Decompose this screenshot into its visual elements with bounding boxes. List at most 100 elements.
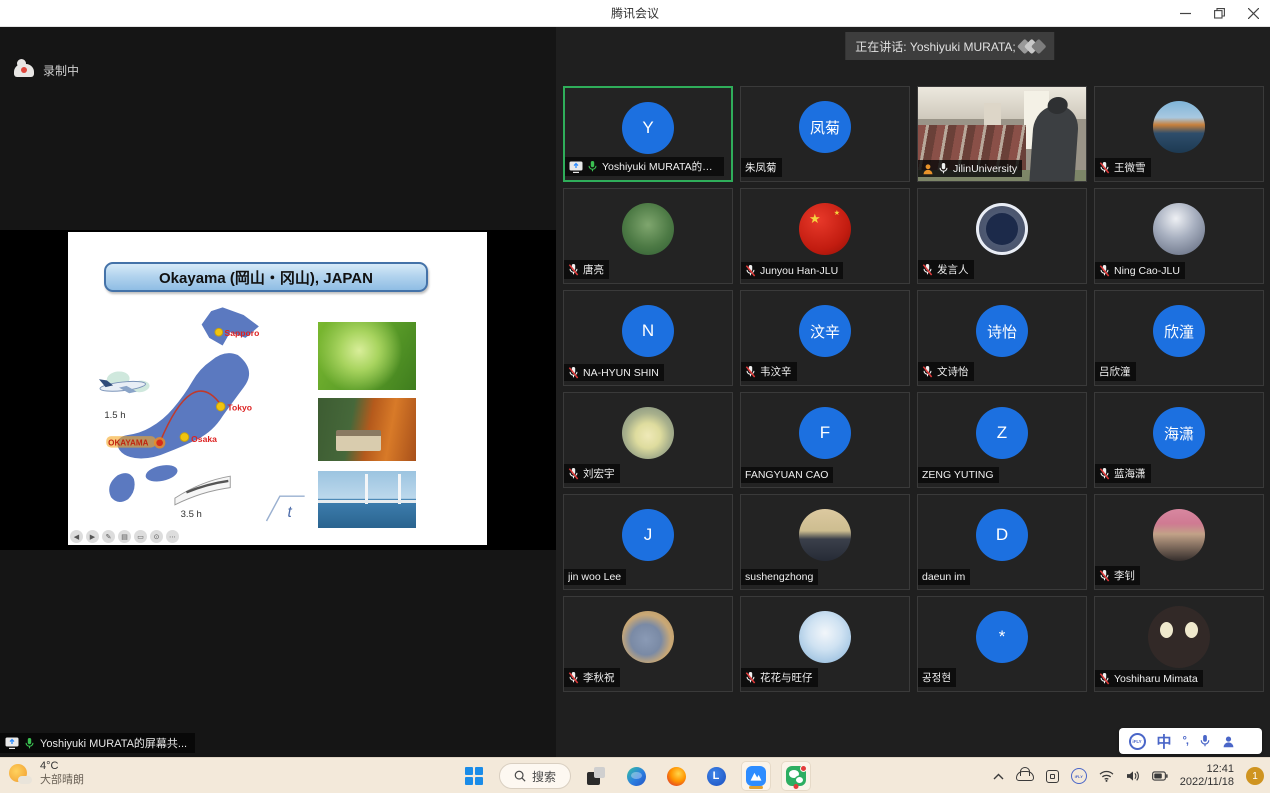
participant-name: ZENG YUTING (922, 469, 994, 481)
participant-name: jin woo Lee (568, 571, 621, 583)
participant-namebar: daeun im (918, 569, 970, 585)
participant-namebar: Yoshiyuki MURATA的屏幕共... (565, 157, 724, 176)
participant-tile[interactable]: 花花与旺仔 (740, 596, 910, 692)
avatar-initials: 海潇 (1164, 423, 1194, 444)
participant-tile[interactable]: 凤菊朱凤菊 (740, 86, 910, 182)
avatar-initials: D (996, 525, 1008, 545)
map-label-sapporo: Sapporo (225, 328, 260, 338)
keyboard-grid-button[interactable] (1246, 738, 1252, 745)
airplane-icon (98, 368, 150, 396)
minimize-button[interactable] (1168, 0, 1202, 27)
participant-namebar: 李钊 (1095, 566, 1140, 585)
close-icon (1248, 8, 1259, 19)
avatar-photo (1153, 509, 1205, 561)
participant-tile[interactable]: 发言人 (917, 188, 1087, 284)
avatar-photo (976, 203, 1028, 255)
tray-volume-button[interactable] (1126, 770, 1140, 782)
highlighter-button[interactable]: ▤ (118, 530, 131, 543)
participant-tile[interactable]: 王微雪 (1094, 86, 1264, 182)
restore-button[interactable] (1202, 0, 1236, 27)
participant-tile[interactable]: Ning Cao-JLU (1094, 188, 1264, 284)
participant-tile[interactable]: 李秋祝 (563, 596, 733, 692)
recording-indicator[interactable]: 录制中 (14, 62, 79, 79)
taskbar-app-lenovo[interactable]: L (701, 761, 731, 791)
avatar: J (622, 509, 674, 561)
tencent-meeting-icon (746, 766, 766, 786)
prev-slide-button[interactable]: ◀ (70, 530, 83, 543)
account-button[interactable] (1222, 735, 1235, 748)
taskbar-app-gallery[interactable] (581, 761, 611, 791)
tray-onedrive-button[interactable] (1016, 771, 1034, 781)
participant-namebar: Ning Cao-JLU (1095, 262, 1185, 279)
cloud-icon (1016, 771, 1034, 781)
person-icon (922, 163, 934, 175)
bridge-deck (318, 500, 416, 503)
weather-widget[interactable]: 4°C 大部晴朗 (8, 760, 84, 788)
participant-tile[interactable]: ZZENG YUTING (917, 392, 1087, 488)
taskbar-app-firefox[interactable] (661, 761, 691, 791)
pen-button[interactable]: ✎ (102, 530, 115, 543)
participant-tile[interactable]: 海潇蓝海潇 (1094, 392, 1264, 488)
window-titlebar: 腾讯会议 (0, 0, 1270, 27)
participant-tile[interactable]: 李钊 (1094, 494, 1264, 590)
taskbar-app-edge[interactable] (621, 761, 651, 791)
notification-badge[interactable]: 1 (1246, 767, 1264, 785)
participant-tile[interactable]: Yoshiharu Mimata (1094, 596, 1264, 692)
participant-name: FANGYUAN CAO (745, 469, 828, 481)
start-button[interactable] (459, 761, 489, 791)
voice-input-button[interactable] (1199, 734, 1211, 748)
participant-tile[interactable]: Junyou Han-JLU (740, 188, 910, 284)
participant-tile[interactable]: 刘宏宇 (563, 392, 733, 488)
participant-tile[interactable]: 汶辛韦汶辛 (740, 290, 910, 386)
more-button[interactable]: ⋯ (166, 530, 179, 543)
taskbar-app-tencent-meeting[interactable] (741, 761, 771, 791)
participant-tile[interactable]: 唐亮 (563, 188, 733, 284)
firefox-icon (667, 767, 686, 786)
participant-name: Yoshiharu Mimata (1114, 673, 1198, 685)
taskbar: 4°C 大部晴朗 搜索 L (0, 757, 1270, 793)
punctuation-button[interactable]: °, (1183, 735, 1188, 747)
search-box[interactable]: 搜索 (499, 763, 571, 789)
tray-ime-panel-button[interactable] (1046, 770, 1059, 783)
participant-tile[interactable]: F FANGYUAN CAO (740, 392, 910, 488)
taskbar-clock[interactable]: 12:41 2022/11/18 (1180, 763, 1234, 789)
screen-share-icon (5, 737, 19, 749)
tray-chevron-button[interactable] (993, 773, 1004, 780)
notification-dot (800, 765, 807, 772)
participant-name: Junyou Han-JLU (760, 265, 838, 277)
magnifier-button[interactable]: ⊙ (150, 530, 163, 543)
participant-tile[interactable]: 诗怡文诗怡 (917, 290, 1087, 386)
participant-name: 공정현 (922, 670, 951, 685)
tray-ifly-button[interactable]: iFLY (1071, 768, 1087, 784)
avatar: F (799, 407, 851, 459)
tray-battery-button[interactable] (1152, 771, 1168, 781)
ifly-logo-icon[interactable]: iFLY (1129, 733, 1146, 750)
chinese-mode-button[interactable]: 中 (1157, 731, 1172, 752)
participant-name: 唐亮 (583, 262, 604, 277)
participant-tile[interactable]: Jjin woo Lee (563, 494, 733, 590)
participant-tile[interactable]: NNA-HYUN SHIN (563, 290, 733, 386)
tray-wifi-button[interactable] (1099, 770, 1114, 782)
close-button[interactable] (1236, 0, 1270, 27)
windows-start-icon (465, 767, 483, 785)
next-slide-button[interactable]: ▶ (86, 530, 99, 543)
presentation-controls: ◀ ▶ ✎ ▤ ▭ ⊙ ⋯ (70, 530, 179, 543)
participant-tile[interactable]: sushengzhong (740, 494, 910, 590)
mic-muted-icon (568, 263, 579, 276)
participant-tile[interactable]: YYoshiyuki MURATA的屏幕共... (563, 86, 733, 182)
taskbar-app-wechat[interactable] (781, 761, 811, 791)
board-button[interactable]: ▭ (134, 530, 147, 543)
temple-shape (336, 430, 381, 451)
participant-name: 韦汶辛 (760, 364, 792, 379)
participant-tile[interactable]: Ddaeun im (917, 494, 1087, 590)
mic-muted-icon (1099, 569, 1110, 582)
participant-tile[interactable]: *공정현 (917, 596, 1087, 692)
mic-muted-icon (1099, 264, 1110, 277)
meeting-content: 录制中 Okayama (岡山・冈山), JAPAN (0, 27, 1270, 757)
participant-tile[interactable]: JilinUniversity (917, 86, 1087, 182)
participant-tile[interactable]: 欣潼吕欣潼 (1094, 290, 1264, 386)
weather-icon (8, 762, 32, 786)
speaking-banner-text: 正在讲话: Yoshiyuki MURATA; (855, 38, 1015, 55)
ime-panel-icon (1046, 770, 1059, 783)
avatar-initials: 汶辛 (810, 321, 840, 342)
